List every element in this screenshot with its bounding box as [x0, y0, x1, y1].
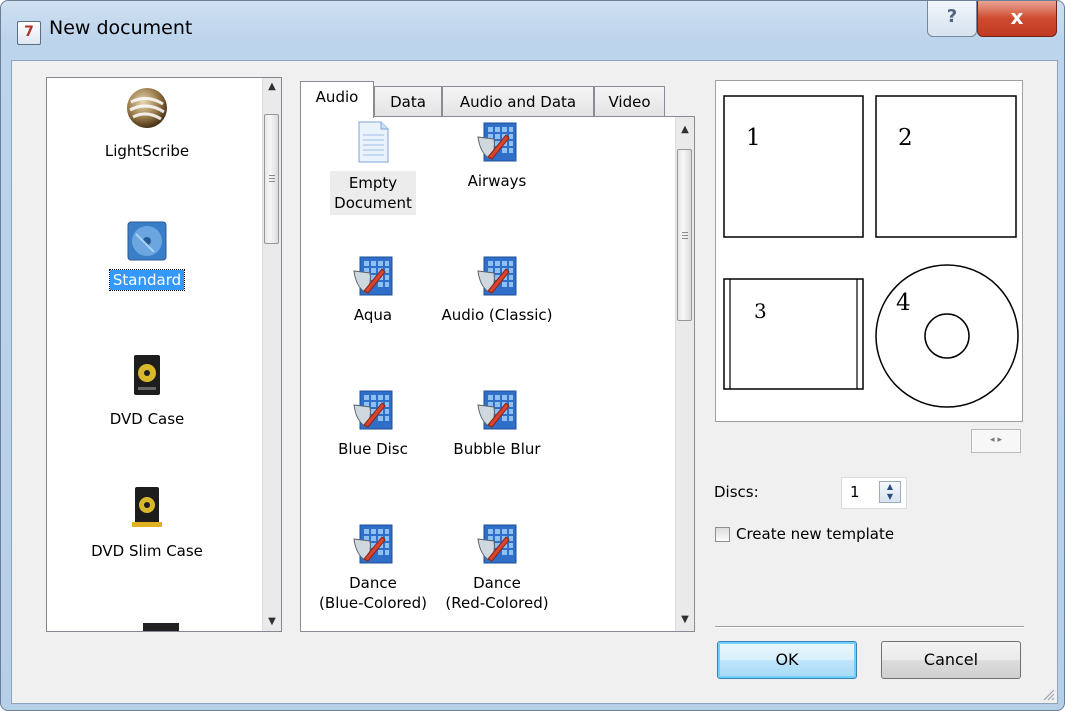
- ok-button[interactable]: OK: [717, 641, 857, 679]
- template-item[interactable]: Empty Document: [313, 121, 433, 215]
- divider: [715, 626, 1024, 628]
- preview-label-3: 3: [754, 299, 767, 323]
- list-item-dvd-slim-case[interactable]: DVD Slim Case: [47, 486, 247, 560]
- template-icon: [476, 121, 518, 163]
- template-label: Dance: [349, 574, 397, 592]
- template-label: Document: [334, 194, 412, 212]
- tab-audio[interactable]: Audio: [300, 81, 374, 118]
- list-item-lightscribe[interactable]: LightScribe: [47, 86, 247, 160]
- resize-grip-icon[interactable]: [1041, 687, 1055, 701]
- scroll-thumb[interactable]: [264, 114, 279, 244]
- tab-data[interactable]: Data: [374, 86, 442, 116]
- dialog-body: LightScribe Standard DVD Case DVD Slim C…: [11, 60, 1058, 704]
- template-label: Dance: [473, 574, 521, 592]
- scroll-thumb[interactable]: [677, 149, 692, 321]
- list-item-dvd-case[interactable]: DVD Case: [47, 354, 247, 428]
- list-item-standard[interactable]: Standard: [47, 221, 247, 291]
- window-title: New document: [49, 17, 193, 39]
- list-item-partial: [143, 623, 179, 631]
- template-item[interactable]: Blue Disc: [313, 389, 433, 459]
- scroll-down-arrow-icon[interactable]: ▼: [263, 613, 281, 631]
- template-label: (Red-Colored): [445, 594, 549, 612]
- list-item-label: DVD Case: [109, 410, 185, 428]
- template-icon: [476, 255, 518, 297]
- template-icon: [352, 523, 394, 565]
- template-label: Aqua: [353, 306, 393, 324]
- dvd-slim-case-icon: [132, 486, 162, 530]
- chevron-left-icon[interactable]: ◂: [990, 435, 995, 445]
- template-icon: [352, 389, 394, 431]
- template-label: Airways: [467, 172, 527, 190]
- template-label: Blue Disc: [338, 440, 408, 458]
- template-label: (Blue-Colored): [319, 594, 427, 612]
- list-item-label: DVD Slim Case: [91, 542, 203, 560]
- create-template-checkbox[interactable]: [715, 527, 730, 542]
- template-panel[interactable]: Empty Document Airways Aqua Audio (Classi…: [300, 116, 695, 632]
- type-list-scrollbar[interactable]: ▲ ▼: [262, 78, 281, 631]
- scroll-up-arrow-icon[interactable]: ▲: [263, 78, 281, 96]
- scroll-down-arrow-icon[interactable]: ▼: [676, 611, 694, 629]
- spin-down-icon[interactable]: ▼: [880, 492, 900, 501]
- dvd-case-icon: [133, 354, 161, 396]
- discs-spin-buttons[interactable]: ▲ ▼: [879, 481, 901, 503]
- tab-video[interactable]: Video: [594, 86, 665, 116]
- template-icon: [352, 255, 394, 297]
- template-item[interactable]: Dance (Blue-Colored): [313, 523, 433, 613]
- discs-stepper[interactable]: 1 ▲ ▼: [841, 477, 907, 509]
- close-button[interactable]: x: [977, 1, 1057, 37]
- template-item[interactable]: Dance (Red-Colored): [437, 523, 557, 613]
- template-icon: [476, 389, 518, 431]
- create-template-label: Create new template: [736, 525, 895, 543]
- tab-audio-and-data[interactable]: Audio and Data: [442, 86, 594, 116]
- preview-label-2: 2: [898, 125, 913, 151]
- layout-type-list[interactable]: LightScribe Standard DVD Case DVD Slim C…: [46, 77, 282, 632]
- template-item[interactable]: Aqua: [313, 255, 433, 325]
- layout-preview: 1 2 3 4: [715, 80, 1023, 422]
- discs-value[interactable]: 1: [850, 483, 860, 501]
- standard-disc-icon: [127, 221, 167, 261]
- template-icon: [476, 523, 518, 565]
- empty-document-icon: [352, 121, 394, 163]
- spin-up-icon[interactable]: ▲: [880, 482, 900, 491]
- chevron-right-icon[interactable]: ▸: [997, 435, 1002, 445]
- discs-label: Discs:: [714, 483, 759, 501]
- new-document-dialog: 7 New document ? x LightScribe Standard …: [0, 0, 1065, 711]
- preview-pager[interactable]: ◂ ▸: [971, 429, 1021, 453]
- template-label: Empty: [348, 174, 398, 192]
- template-label: Audio (Classic): [441, 306, 553, 324]
- help-button[interactable]: ?: [927, 1, 977, 37]
- lightscribe-icon: [125, 86, 169, 130]
- title-bar[interactable]: 7 New document ? x: [1, 1, 1064, 61]
- list-item-label: LightScribe: [104, 142, 190, 160]
- template-item[interactable]: Bubble Blur: [437, 389, 557, 459]
- template-item[interactable]: Audio (Classic): [437, 255, 557, 325]
- template-panel-scrollbar[interactable]: ▲ ▼: [675, 117, 694, 631]
- preview-label-4: 4: [896, 290, 911, 316]
- preview-label-1: 1: [746, 125, 761, 151]
- create-template-option[interactable]: Create new template: [715, 525, 894, 543]
- template-label: Bubble Blur: [453, 440, 541, 458]
- template-item[interactable]: Airways: [437, 121, 557, 191]
- scroll-up-arrow-icon[interactable]: ▲: [676, 121, 694, 139]
- cancel-button[interactable]: Cancel: [881, 641, 1021, 679]
- list-item-label: Standard: [108, 269, 186, 291]
- app-icon: 7: [17, 21, 41, 45]
